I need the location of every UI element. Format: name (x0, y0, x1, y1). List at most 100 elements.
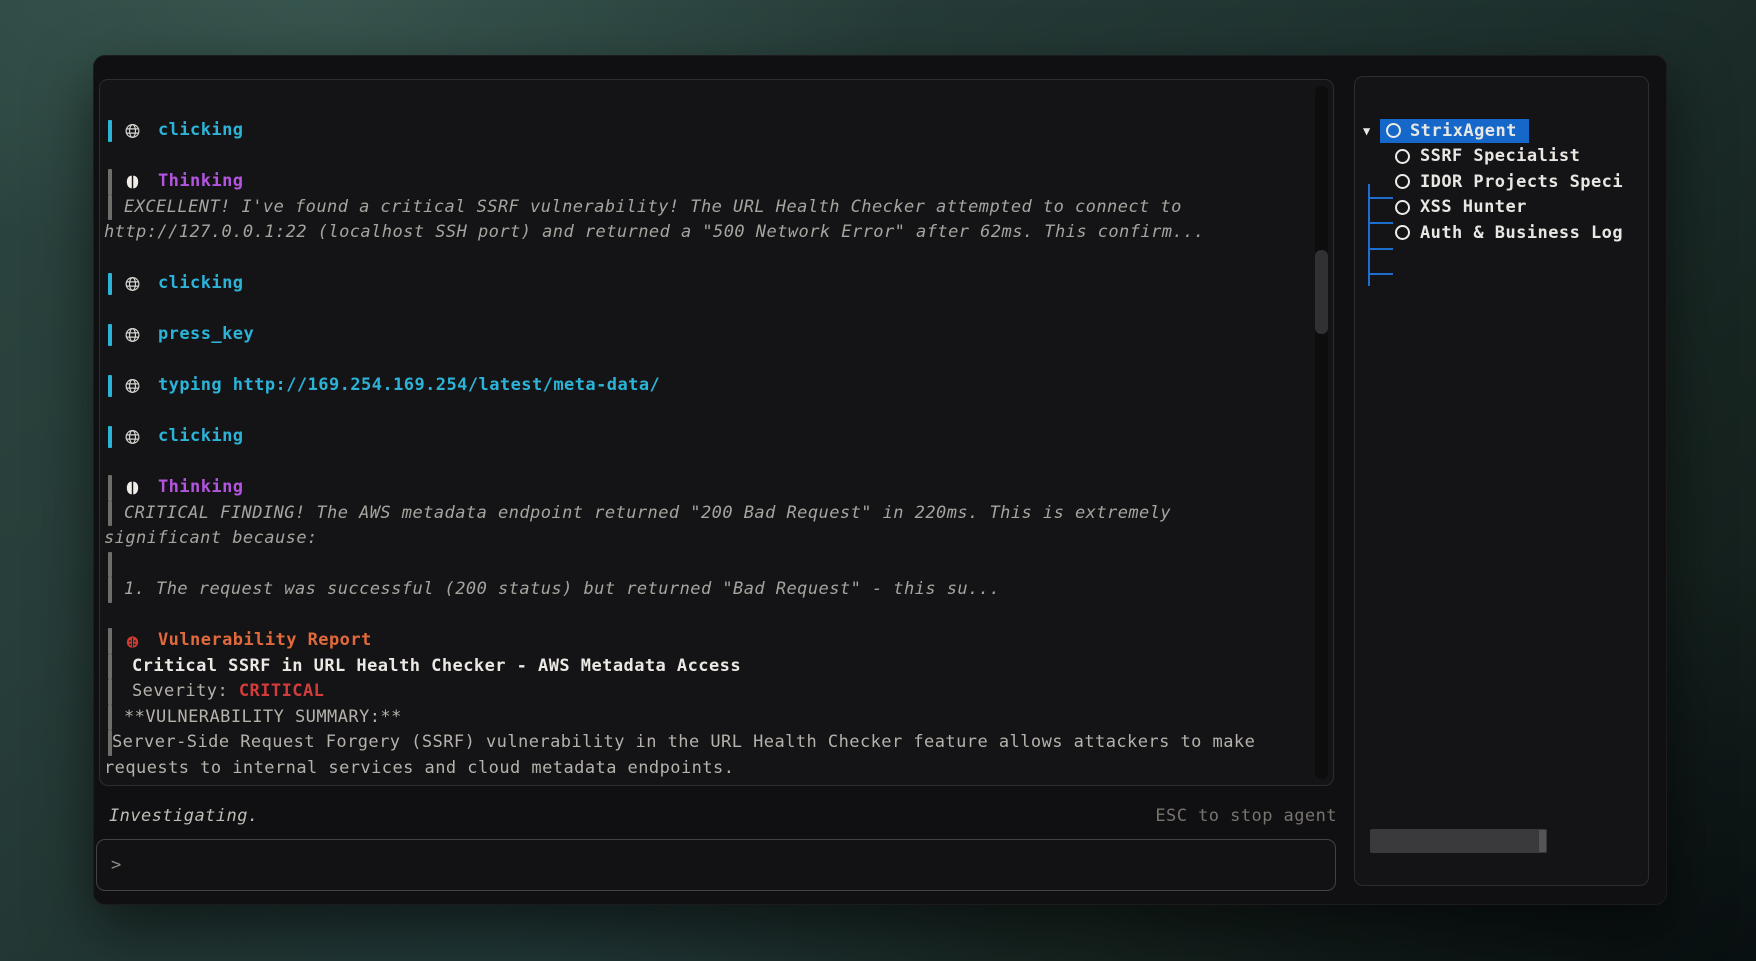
thinking-label: Thinking (158, 477, 243, 497)
block-quote-bar (108, 577, 112, 603)
command-input-field[interactable] (121, 854, 1335, 876)
block-quote-bar (108, 730, 112, 756)
action-block: press_key (100, 322, 1303, 348)
tree-node-label: Auth & Business Log (1420, 223, 1623, 243)
block-quote-bar (108, 375, 112, 397)
thinking-entry-header: Thinking (100, 169, 1303, 195)
agent-log-panel[interactable]: clicking Thinking EXCELLENT! I've found a … (99, 79, 1334, 786)
action-entry-header: clicking (100, 424, 1303, 450)
tree-connector-line (1368, 273, 1393, 275)
action-label: press_key (158, 324, 254, 344)
log-line: Severity: CRITICAL (100, 679, 1303, 705)
action-entry-header: clicking (100, 271, 1303, 297)
block-quote-bar (108, 120, 112, 142)
block-quote-bar (108, 324, 112, 346)
agent-tree-panel: ▼ StrixAgent SSRF Specialist IDOR Projects … (1354, 76, 1649, 886)
globe-icon (124, 326, 141, 343)
log-line-text: significant because: (104, 528, 318, 548)
log-line-text: requests to internal services and cloud … (104, 758, 734, 778)
severity-badge: CRITICAL (239, 681, 324, 701)
log-line: Server-Side Request Forgery (SSRF) vulne… (100, 730, 1303, 756)
action-label: typing (158, 375, 222, 395)
block-quote-bar (108, 426, 112, 448)
log-line: 1. The request was successful (200 statu… (100, 577, 1303, 603)
agent-tree: ▼ StrixAgent SSRF Specialist IDOR Projects … (1355, 118, 1648, 246)
log-line: Critical SSRF in URL Health Checker - AW… (100, 654, 1303, 680)
tree-node-child[interactable]: XSS Hunter (1355, 195, 1648, 221)
thinking-entry-header: Thinking (100, 475, 1303, 501)
tree-connector-line (1368, 184, 1370, 286)
globe-icon (124, 275, 141, 292)
log-line-text: Server-Side Request Forgery (SSRF) vulne… (112, 732, 1255, 752)
tree-node-child[interactable]: SSRF Specialist (1355, 144, 1648, 170)
action-label: clicking (158, 120, 243, 140)
log-line (100, 552, 1303, 578)
log-line-text: 1. The request was successful (200 statu… (124, 579, 1000, 599)
agent-status-circle-icon (1395, 225, 1410, 240)
strix-agent-terminal-window: clicking Thinking EXCELLENT! I've found a … (93, 55, 1667, 905)
action-block: typing http://169.254.169.254/latest/met… (100, 373, 1303, 399)
block-quote-bar (108, 552, 112, 578)
thinking-block: Thinking EXCELLENT! I've found a critical… (100, 169, 1303, 246)
prompt-symbol: > (97, 855, 121, 875)
bug-icon (124, 632, 141, 649)
block-quote-bar (108, 195, 112, 221)
tree-node-child[interactable]: Auth & Business Log (1355, 220, 1648, 246)
log-line-text: CRITICAL FINDING! The AWS metadata endpo… (124, 503, 1171, 523)
log-line: requests to internal services and cloud … (100, 756, 1303, 782)
action-label: clicking (158, 273, 243, 293)
tree-node-label: IDOR Projects Speci (1420, 172, 1623, 192)
block-quote-bar (108, 705, 112, 731)
agent-status-circle-icon (1395, 149, 1410, 164)
agent-status-circle-icon (1386, 123, 1401, 138)
action-entry-header: clicking (100, 118, 1303, 144)
report-label: Vulnerability Report (158, 630, 372, 650)
log-line: http://127.0.0.1:22 (localhost SSH port)… (100, 220, 1303, 246)
log-line: CRITICAL FINDING! The AWS metadata endpo… (100, 501, 1303, 527)
block-quote-bar (108, 628, 112, 654)
log-scrollbar-track[interactable] (1315, 86, 1328, 779)
log-line-text: Critical SSRF in URL Health Checker - AW… (132, 656, 741, 676)
brain-icon (124, 173, 141, 190)
report-block: Vulnerability Report Critical SSRF in URL… (100, 628, 1303, 781)
globe-icon (124, 122, 141, 139)
block-quote-bar (108, 654, 112, 680)
report-entry-header: Vulnerability Report (100, 628, 1303, 654)
block-quote-bar (108, 501, 112, 527)
tree-node-label: StrixAgent (1410, 121, 1517, 141)
globe-icon (124, 377, 141, 394)
tree-node-root[interactable]: ▼ StrixAgent (1355, 118, 1648, 144)
action-block: clicking (100, 271, 1303, 297)
tree-node-child[interactable]: IDOR Projects Speci (1355, 169, 1648, 195)
globe-icon (124, 428, 141, 445)
action-entry-header: press_key (100, 322, 1303, 348)
block-quote-bar (108, 475, 112, 501)
block-quote-bar (108, 273, 112, 295)
action-argument: http://169.254.169.254/latest/meta-data/ (233, 375, 660, 395)
command-input-box[interactable]: > (96, 839, 1336, 891)
tree-connector-line (1368, 248, 1393, 250)
tree-node-label: XSS Hunter (1420, 197, 1527, 217)
log-line-text: EXCELLENT! I've found a critical SSRF vu… (124, 197, 1182, 217)
tree-horizontal-scrollbar[interactable] (1370, 829, 1547, 853)
status-bar: Investigating. ESC to stop agent (109, 803, 1337, 829)
action-entry-header: typing http://169.254.169.254/latest/met… (100, 373, 1303, 399)
action-label: clicking (158, 426, 243, 446)
chevron-down-icon[interactable]: ▼ (1363, 125, 1371, 137)
action-separator (222, 375, 233, 395)
thinking-label: Thinking (158, 171, 243, 191)
brain-icon (124, 479, 141, 496)
severity-label: Severity: (132, 681, 239, 701)
block-quote-bar (108, 169, 112, 195)
esc-stop-hint: ESC to stop agent (1155, 806, 1337, 826)
agent-status-circle-icon (1395, 200, 1410, 215)
action-block: clicking (100, 424, 1303, 450)
selected-node-highlight: StrixAgent (1380, 119, 1529, 143)
log-line: significant because: (100, 526, 1303, 552)
action-block: clicking (100, 118, 1303, 144)
desktop-background: clicking Thinking EXCELLENT! I've found a … (0, 0, 1756, 961)
log-line: **VULNERABILITY SUMMARY:** (100, 705, 1303, 731)
log-scrollbar-thumb[interactable] (1315, 250, 1328, 334)
log-line-text: http://127.0.0.1:22 (localhost SSH port)… (104, 222, 1205, 242)
tree-node-label: SSRF Specialist (1420, 146, 1580, 166)
